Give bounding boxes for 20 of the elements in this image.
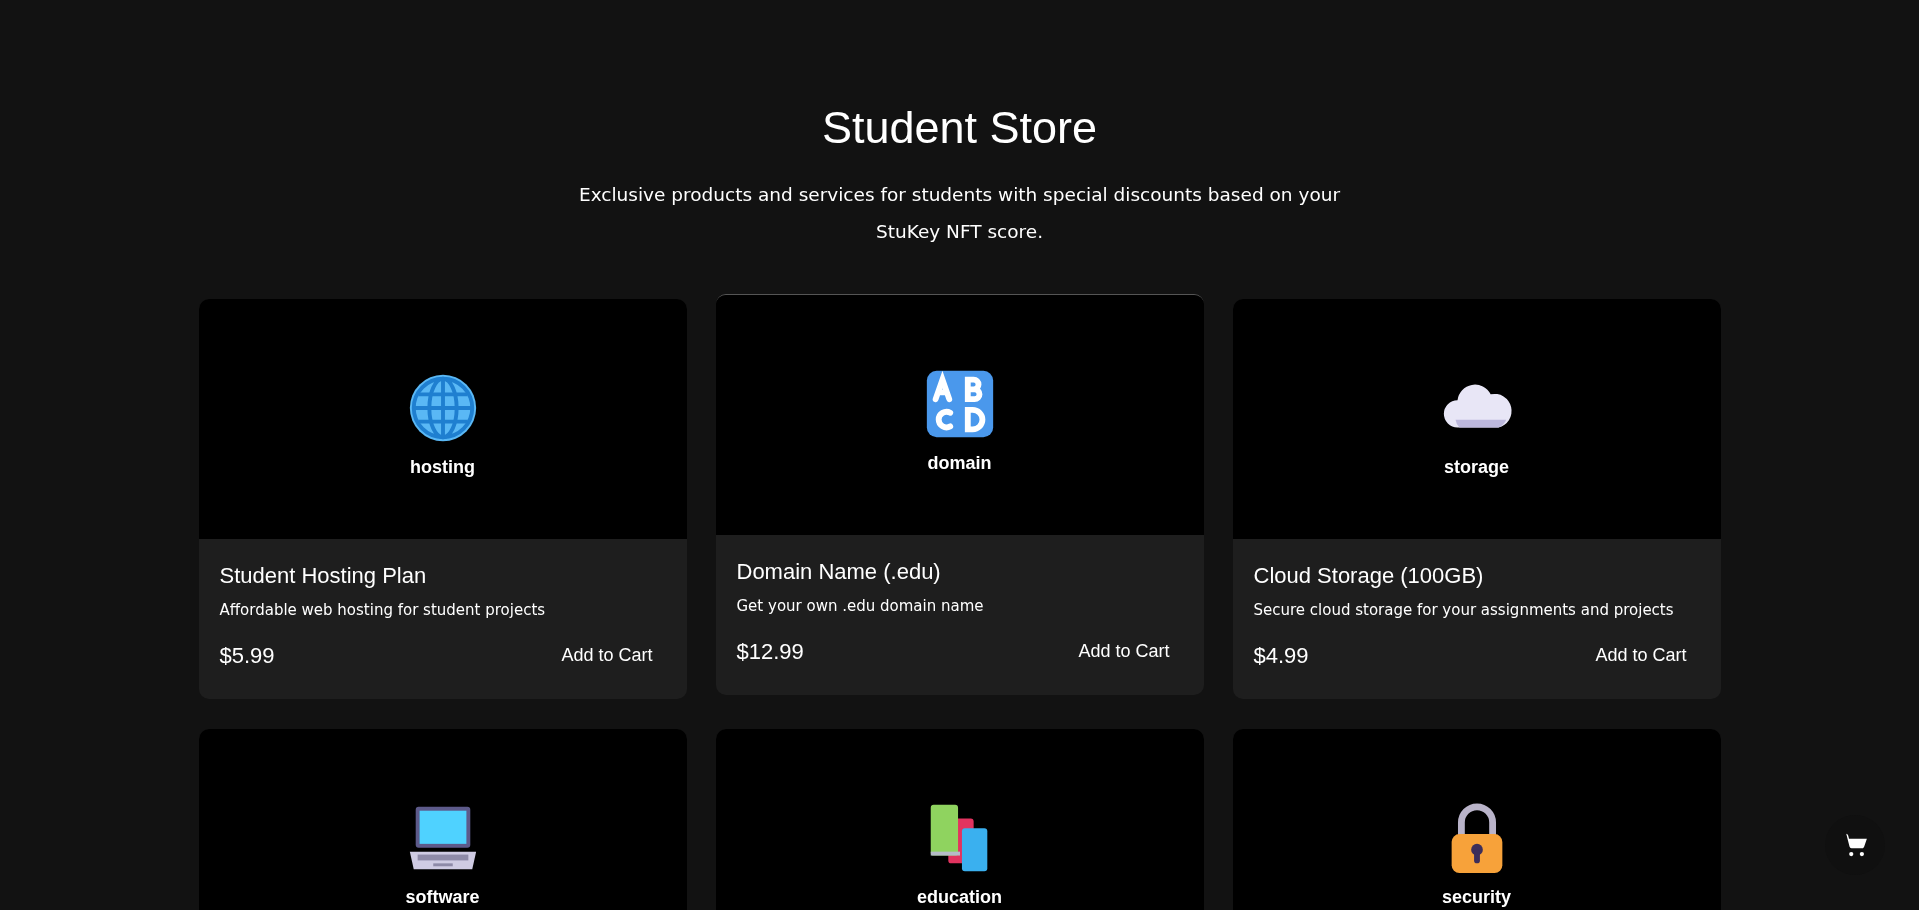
category-label: storage — [1444, 456, 1509, 478]
product-name: Domain Name (.edu) — [736, 559, 942, 585]
page-subtitle: Exclusive products and services for students with special discounts based on your StuKey NFT score. — [577, 183, 1342, 244]
add-to-cart-button[interactable]: Add to Cart — [1065, 633, 1183, 670]
product-price: $5.99 — [219, 642, 275, 669]
page-title: Student Store — [820, 101, 1099, 155]
category-label: education — [917, 886, 1002, 908]
product-name: Cloud Storage (100GB) — [1253, 563, 1485, 589]
category-label: domain — [927, 452, 992, 474]
category-label: software — [405, 886, 480, 908]
add-to-cart-button[interactable]: Add to Cart — [1582, 637, 1700, 674]
category-label: hosting — [410, 456, 475, 478]
product-name: Student Hosting Plan — [219, 563, 428, 589]
product-description: Affordable web hosting for student projects — [219, 601, 547, 619]
product-description: Get your own .edu domain name — [736, 597, 985, 615]
product-description: Secure cloud storage for your assignments and projects — [1253, 601, 1675, 619]
product-price: $12.99 — [736, 638, 804, 665]
product-price: $4.99 — [1253, 642, 1309, 669]
category-label: security — [1441, 886, 1511, 908]
add-to-cart-button[interactable]: Add to Cart — [548, 637, 666, 674]
